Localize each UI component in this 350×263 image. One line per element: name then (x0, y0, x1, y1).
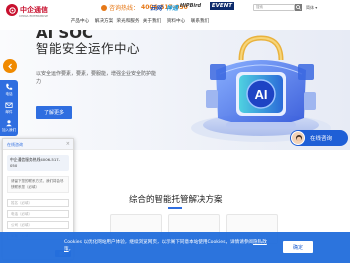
nav-products[interactable]: 产品中心 (68, 18, 92, 24)
cookie-consent-bar: Cookies 以优化网站用户体验，继续浏览网页，以示阁下同意本站使用Cooki… (0, 232, 350, 263)
logo-subtitle: CHINA ENTERPRISE (19, 14, 49, 18)
search-input[interactable]: 搜索 (253, 4, 295, 11)
nav-services[interactable]: 荣光和服务 (116, 18, 140, 24)
company-field[interactable]: 公司（必填） (7, 221, 69, 229)
search-icon (296, 5, 301, 10)
chat-message: 中企通信服务热线4006-517-050 (7, 155, 69, 171)
mail-icon (5, 102, 13, 108)
phone-icon (6, 83, 13, 90)
nav-contact[interactable]: 联系我们 (188, 18, 212, 24)
phone-icon (101, 4, 107, 11)
brand-yunwang[interactable]: 云网 (150, 3, 162, 12)
online-consult-button[interactable]: 在线咨询 (290, 130, 348, 146)
hotline-label: 咨询热线： (109, 5, 140, 12)
float-join[interactable]: 加入我们 (0, 117, 18, 135)
site-header: 中企通信 CHINA ENTERPRISE 咨询热线： 4006-517-050… (0, 0, 350, 30)
float-phone-label: 电话 (5, 92, 13, 96)
learn-more-button[interactable]: 了解更多 (36, 106, 72, 119)
chat-tip: 请留下您的联系方式，我们将会尽快联系您（必填） (7, 176, 69, 193)
search-button[interactable] (295, 4, 302, 11)
float-mail-label: 邮件 (5, 110, 13, 114)
chat-title: 在线咨询 (7, 142, 23, 147)
consult-label: 在线咨询 (310, 136, 333, 142)
cookie-accept-button[interactable]: 确定 (283, 241, 313, 253)
main-nav: 产品中心 解决方案 荣光和服务 关于我们 资料中心 联系我们 (68, 18, 212, 24)
collapse-arrow-button[interactable] (3, 59, 17, 73)
section-title-underline (168, 207, 182, 209)
brand-shentong[interactable]: 神通 (166, 3, 178, 12)
chat-header: 在线咨询 × (3, 139, 73, 150)
section-title: 综合的智能托管解决方案 (129, 195, 223, 205)
brand-hipbird[interactable]: HiPBird (180, 3, 201, 9)
hero-subtitle: 智能安全运作中心 (36, 41, 141, 56)
ai-art-label: AI (255, 87, 268, 102)
cookie-text: Cookies 以优化网站用户体验，继续浏览网页，以示阁下同意本站使用Cooki… (64, 239, 274, 253)
close-icon[interactable]: × (66, 139, 70, 150)
nav-about[interactable]: 关于我们 (140, 18, 164, 24)
name-field[interactable]: 姓名（必填） (7, 199, 69, 207)
floating-contact-bar: 电话 邮件 加入我们 (0, 80, 18, 136)
chevron-left-icon (7, 63, 12, 69)
float-mail[interactable]: 邮件 (0, 99, 18, 117)
avatar (291, 131, 305, 145)
language-select[interactable]: 简体 ▾ (306, 4, 317, 11)
event-badge[interactable]: EVENT (210, 2, 234, 10)
user-icon (6, 120, 12, 127)
hero-description: 以安全运作要素，要素，要服能，增强企业安全防护能力 (36, 71, 157, 85)
cookie-text-prefix: Cookies 以优化网站用户体验，继续浏览网页，以示阁下同意本站使用Cooki… (64, 240, 254, 245)
float-join-label: 加入我们 (2, 128, 16, 132)
logo-mark-icon (6, 4, 18, 16)
float-phone[interactable]: 电话 (0, 81, 18, 99)
phone-field[interactable]: 电话（必填） (7, 210, 69, 218)
cookie-text-suffix: 。 (68, 247, 74, 252)
nav-solutions[interactable]: 解决方案 (92, 18, 116, 24)
nav-resources[interactable]: 资料中心 (164, 18, 188, 24)
